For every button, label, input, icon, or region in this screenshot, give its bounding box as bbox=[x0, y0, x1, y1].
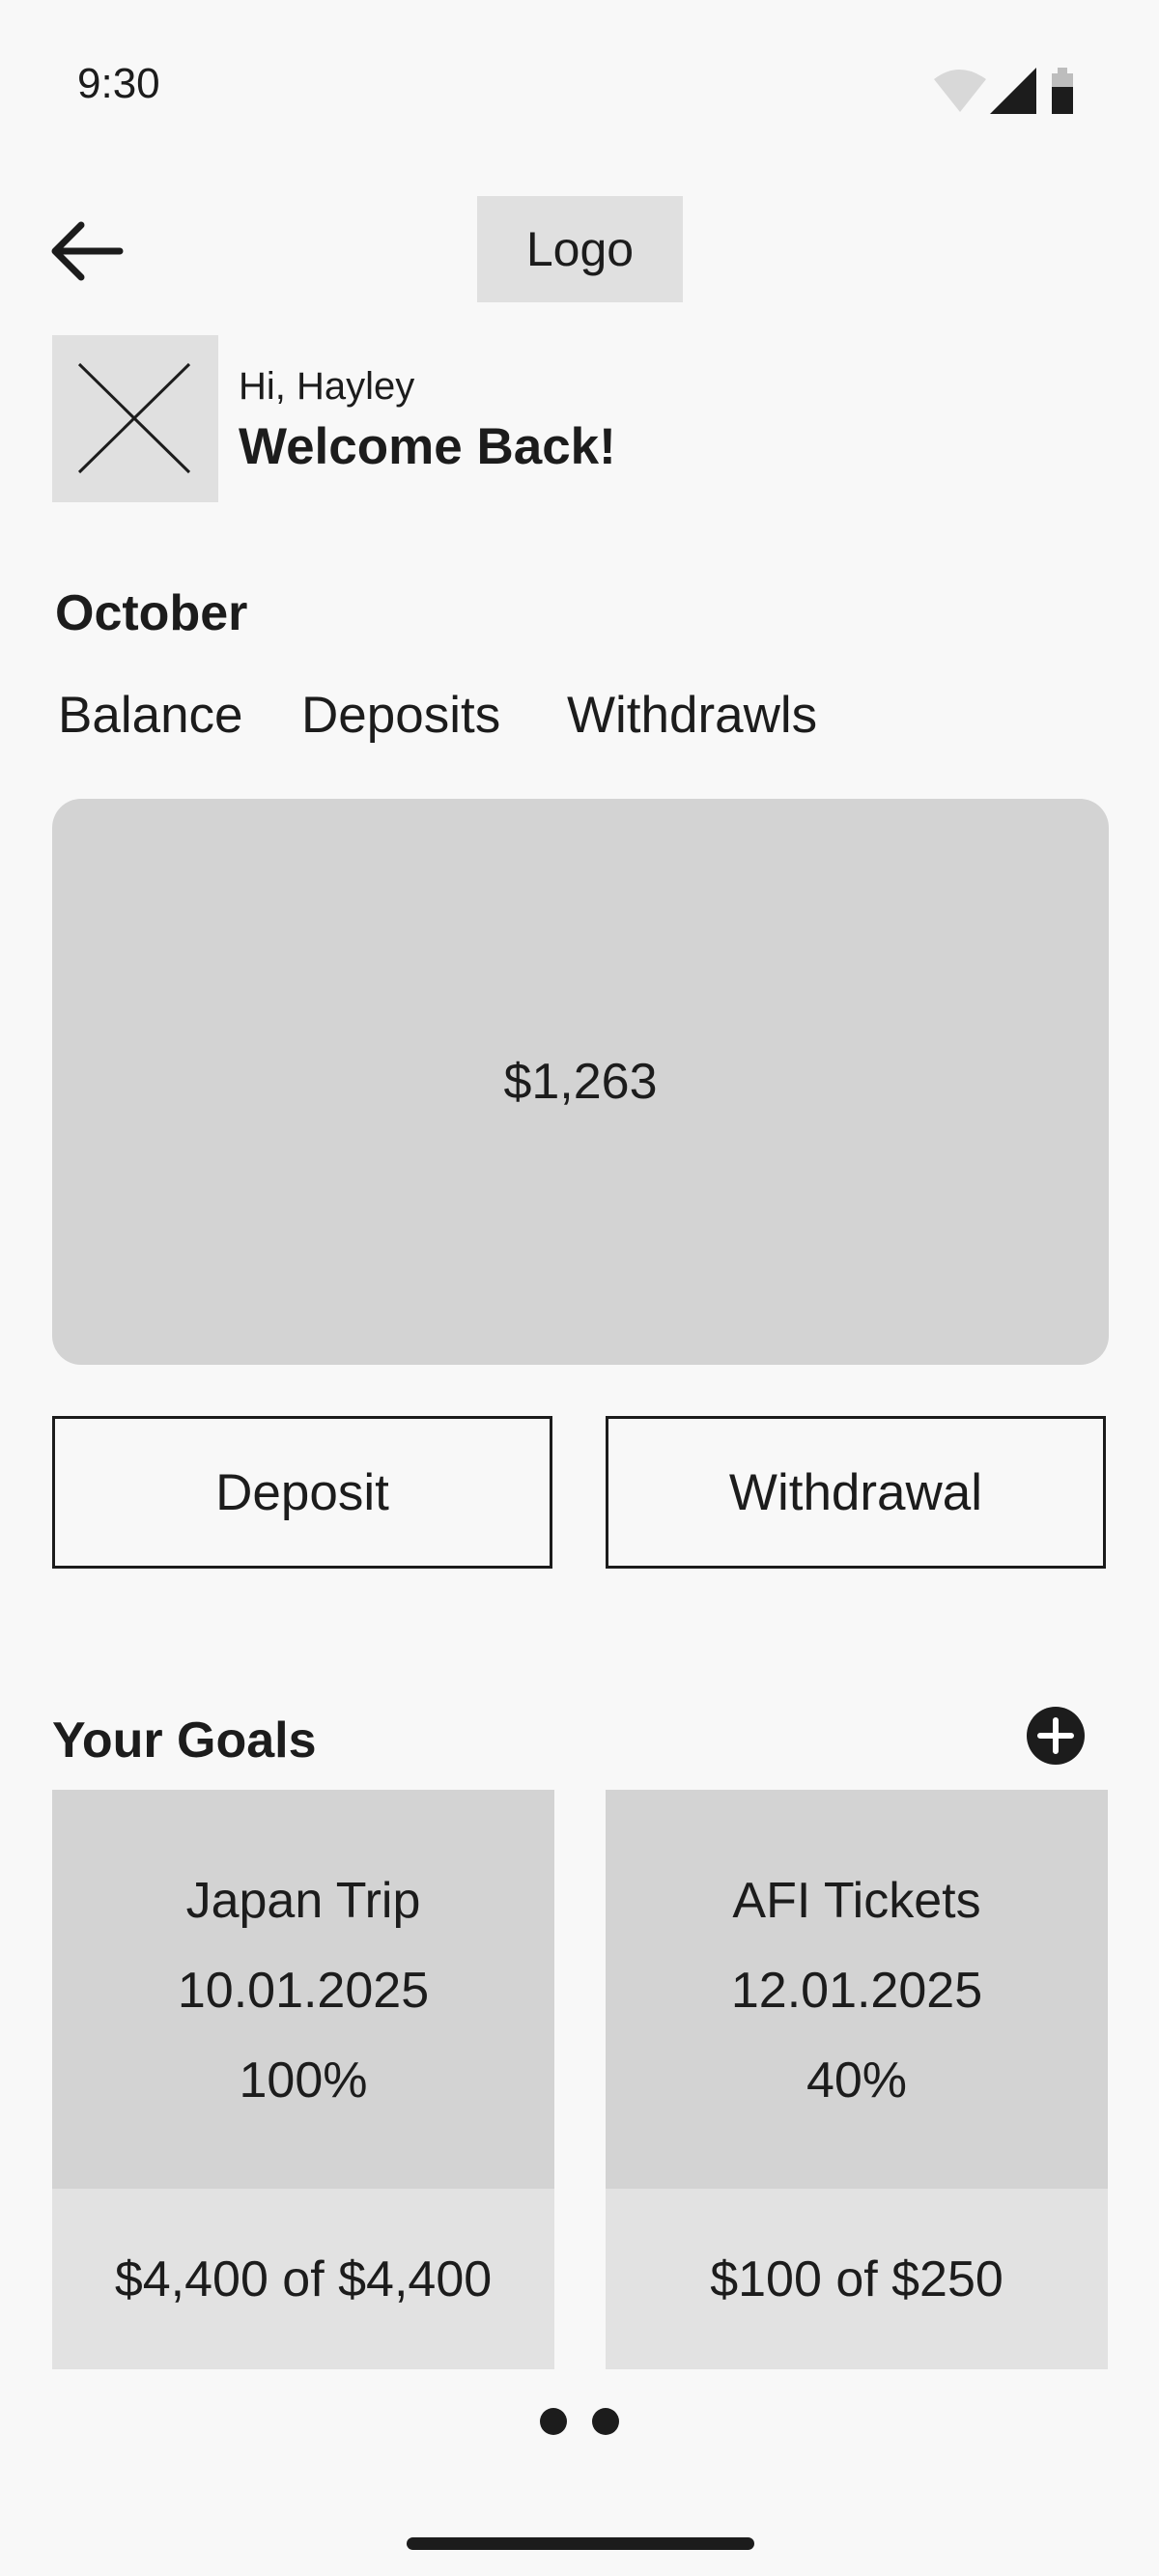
greeting-subtitle: Hi, Hayley bbox=[239, 365, 415, 408]
goal-name: Japan Trip bbox=[185, 1873, 421, 1929]
status-icons bbox=[932, 64, 1087, 114]
greeting-title: Welcome Back! bbox=[239, 418, 616, 475]
balance-card: $1,263 bbox=[52, 799, 1109, 1365]
goal-percent: 40% bbox=[806, 2052, 908, 2109]
goal-date: 12.01.2025 bbox=[730, 1963, 983, 2019]
goal-amount: $100 of $250 bbox=[606, 2189, 1108, 2369]
tab-balance[interactable]: Balance bbox=[58, 686, 243, 745]
goal-name: AFI Tickets bbox=[732, 1873, 981, 1929]
arrow-left-icon bbox=[51, 221, 124, 281]
add-goal-button[interactable] bbox=[1026, 1706, 1086, 1766]
battery-icon bbox=[1052, 68, 1073, 114]
wifi-icon bbox=[934, 70, 986, 112]
withdrawal-button[interactable]: Withdrawal bbox=[606, 1416, 1106, 1569]
logo: Logo bbox=[477, 196, 683, 302]
back-button[interactable] bbox=[46, 212, 127, 290]
deposit-button-label: Deposit bbox=[215, 1463, 389, 1521]
tab-deposits[interactable]: Deposits bbox=[301, 686, 500, 745]
deposit-button[interactable]: Deposit bbox=[52, 1416, 552, 1569]
image-placeholder-icon bbox=[77, 362, 191, 474]
pager-dot[interactable] bbox=[592, 2408, 619, 2435]
signal-icon bbox=[990, 68, 1036, 114]
pager-dot[interactable] bbox=[540, 2408, 567, 2435]
goal-date: 10.01.2025 bbox=[177, 1963, 430, 2019]
goals-title: Your Goals bbox=[52, 1713, 317, 1769]
goal-card[interactable]: AFI Tickets 12.01.2025 40% $100 of $250 bbox=[606, 1790, 1108, 2369]
month-heading: October bbox=[55, 585, 248, 641]
logo-label: Logo bbox=[525, 222, 635, 276]
plus-circle-icon bbox=[1027, 1707, 1085, 1765]
goal-percent: 100% bbox=[239, 2052, 368, 2109]
balance-amount: $1,263 bbox=[503, 1054, 658, 1110]
goal-card-header: AFI Tickets 12.01.2025 40% bbox=[606, 1790, 1108, 2189]
goal-card[interactable]: Japan Trip 10.01.2025 100% $4,400 of $4,… bbox=[52, 1790, 554, 2369]
home-indicator[interactable] bbox=[407, 2537, 754, 2550]
goal-amount: $4,400 of $4,400 bbox=[52, 2189, 554, 2369]
withdrawal-button-label: Withdrawal bbox=[728, 1463, 983, 1521]
status-time: 9:30 bbox=[77, 60, 160, 107]
avatar bbox=[52, 335, 218, 502]
tab-withdrawls[interactable]: Withdrawls bbox=[567, 686, 817, 745]
goal-card-header: Japan Trip 10.01.2025 100% bbox=[52, 1790, 554, 2189]
